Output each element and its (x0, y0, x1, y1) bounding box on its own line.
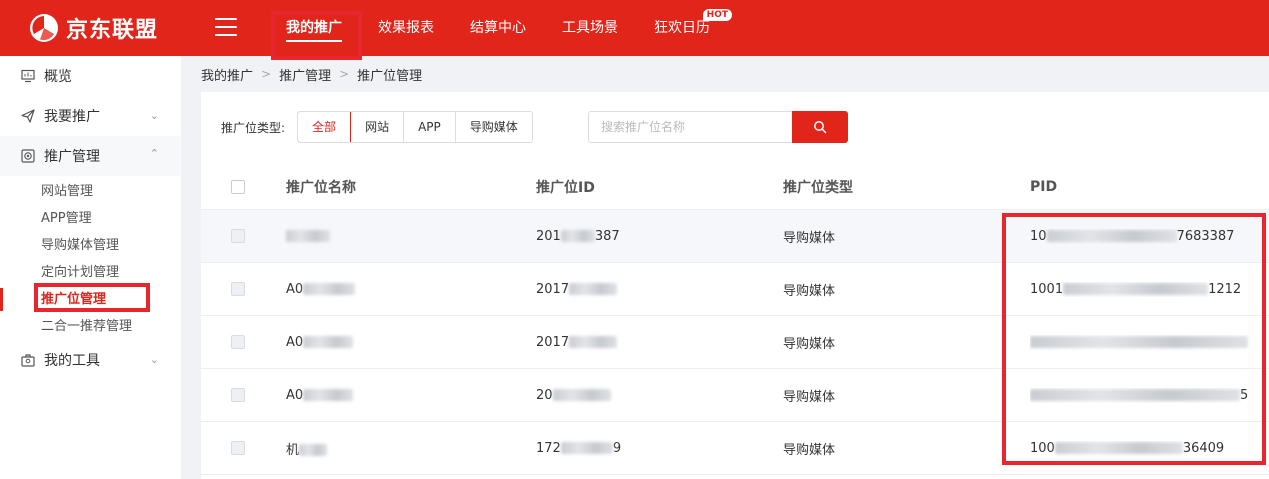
type-segmented-control: 全部 网站 APP 导购媒体 (297, 111, 533, 143)
target-icon (20, 148, 36, 164)
search-button[interactable] (792, 111, 848, 143)
cell-pid: 1001 1212 (1030, 281, 1242, 297)
brand-name: 京东联盟 (66, 18, 159, 43)
cell-name: 机 (286, 439, 536, 458)
cell-id: 2017 (536, 335, 783, 350)
nav-item-settlement[interactable]: 结算中心 (452, 0, 544, 56)
select-all-checkbox[interactable] (231, 179, 245, 194)
sidebar-item-label: 概览 (44, 69, 72, 85)
cell-name: A0 (286, 282, 536, 297)
cell-pid: 100 36409 (1030, 440, 1225, 456)
chevron-up-icon: ⌃ (149, 147, 159, 160)
search-box (588, 111, 848, 143)
hamburger-icon[interactable] (215, 18, 237, 36)
sidebar-item-tools[interactable]: 我的工具 ⌄ (0, 340, 181, 380)
sidebar-item-overview[interactable]: 概览 (0, 56, 181, 96)
nav-item-reports[interactable]: 效果报表 (360, 0, 452, 56)
nav-item-label: 效果报表 (378, 20, 434, 36)
cell-name: A0 (286, 388, 536, 403)
table-row[interactable]: 201 387 导购媒体 10 7683387 (201, 210, 1269, 263)
chevron-down-icon: ⌄ (149, 353, 159, 366)
filter-option-all[interactable]: 全部 (298, 112, 352, 142)
sidebar-item-label: 我的工具 (44, 353, 100, 369)
content-card: 推广位类型: 全部 网站 APP 导购媒体 推广位名称 推广位ID 推广位类型 … (201, 92, 1269, 479)
sidebar-sub-app[interactable]: APP管理 (0, 205, 181, 232)
sidebar-item-label: 我要推广 (44, 109, 100, 125)
sidebar-item-label: 推广管理 (44, 149, 100, 165)
cell-name (286, 229, 536, 244)
chevron-right-icon: > (339, 67, 350, 81)
cell-type: 导购媒体 (783, 230, 836, 246)
paper-plane-icon (20, 108, 36, 124)
filter-label: 推广位类型: (221, 120, 286, 135)
filter-option-website[interactable]: 网站 (351, 112, 405, 142)
row-checkbox[interactable] (231, 335, 245, 349)
sidebar-sub-media[interactable]: 导购媒体管理 (0, 232, 181, 259)
jd-logo-icon (28, 12, 60, 44)
table-row[interactable]: A0 20 导购媒体 5 (201, 369, 1269, 422)
toolbox-icon (20, 352, 36, 368)
header-pid: PID (1030, 178, 1058, 195)
sidebar: 概览 我要推广 ⌄ 推广管理 ⌃ 网站管理 APP管理 导购媒体管理 定向计划管… (0, 56, 181, 479)
header-id: 推广位ID (536, 179, 595, 196)
row-checkbox[interactable] (231, 229, 245, 243)
sidebar-item-manage[interactable]: 推广管理 ⌃ (0, 136, 181, 176)
sidebar-group-manage: 推广管理 ⌃ (0, 136, 181, 176)
cell-type: 导购媒体 (783, 389, 836, 405)
nav-item-label: 我的推广 (286, 20, 342, 36)
header-type: 推广位类型 (783, 179, 853, 196)
cell-id: 2017 (536, 282, 783, 297)
row-checkbox[interactable] (231, 282, 245, 296)
nav-item-my-promotion[interactable]: 我的推广 (268, 0, 360, 56)
cell-id: 172 9 (536, 440, 622, 456)
search-icon (814, 121, 827, 134)
sidebar-item-promote[interactable]: 我要推广 ⌄ (0, 96, 181, 136)
cell-pid: 5 (1030, 388, 1269, 403)
sidebar-submenu: 网站管理 APP管理 导购媒体管理 定向计划管理 推广位管理 二合一推荐管理 (0, 176, 181, 340)
breadcrumb: 我的推广 > 推广管理 > 推广位管理 (181, 56, 1269, 92)
sidebar-sub-website[interactable]: 网站管理 (0, 178, 181, 205)
cell-id: 20 (536, 388, 783, 403)
brand-logo[interactable]: 京东联盟 (28, 10, 158, 46)
cell-type: 导购媒体 (783, 283, 836, 299)
type-filter: 推广位类型: 全部 网站 APP 导购媒体 (221, 111, 533, 143)
row-checkbox[interactable] (231, 441, 245, 455)
cell-id: 201 387 (536, 228, 620, 244)
sidebar-sub-plan[interactable]: 定向计划管理 (0, 259, 181, 286)
table-row[interactable]: A0 2017 导购媒体 (201, 316, 1269, 369)
header-name: 推广位名称 (286, 179, 356, 196)
nav-item-calendar[interactable]: 狂欢日历 HOT (636, 0, 732, 56)
sidebar-sub-recommend[interactable]: 二合一推荐管理 (0, 313, 181, 340)
table-row[interactable]: A0 2017 导购媒体 1001 1212 (201, 263, 1269, 316)
nav-item-tools[interactable]: 工具场景 (544, 0, 636, 56)
position-table: 推广位名称 推广位ID 推广位类型 PID 201 387 导购媒体 10 7683… (201, 164, 1269, 475)
chevron-right-icon: > (261, 67, 272, 81)
cell-type: 导购媒体 (783, 442, 836, 458)
nav-item-label: 结算中心 (470, 20, 526, 36)
main-nav: 我的推广 效果报表 结算中心 工具场景 狂欢日历 HOT (268, 0, 732, 56)
table-header: 推广位名称 推广位ID 推广位类型 PID (201, 164, 1269, 210)
breadcrumb-current: 推广位管理 (357, 68, 423, 84)
cell-pid (1030, 335, 1269, 350)
row-checkbox[interactable] (231, 388, 245, 402)
top-bar: 京东联盟 我的推广 效果报表 结算中心 工具场景 狂欢日历 HOT (0, 0, 1269, 56)
filter-option-media[interactable]: 导购媒体 (455, 112, 532, 142)
breadcrumb-item[interactable]: 我的推广 (201, 65, 253, 84)
chevron-down-icon: ⌄ (149, 109, 159, 122)
nav-item-label: 狂欢日历 (654, 20, 710, 36)
search-input[interactable] (588, 111, 792, 143)
cell-type: 导购媒体 (783, 336, 836, 352)
table-row[interactable]: 机 172 9 导购媒体 100 36409 (201, 422, 1269, 475)
sidebar-sub-position[interactable]: 推广位管理 (0, 286, 181, 313)
hot-badge: HOT (702, 9, 732, 21)
cell-pid: 10 7683387 (1030, 228, 1235, 244)
nav-item-label: 工具场景 (562, 20, 618, 36)
monitor-icon (20, 68, 36, 84)
breadcrumb-item[interactable]: 推广管理 (279, 65, 331, 84)
cell-name: A0 (286, 335, 536, 350)
filter-option-app[interactable]: APP (404, 112, 456, 142)
